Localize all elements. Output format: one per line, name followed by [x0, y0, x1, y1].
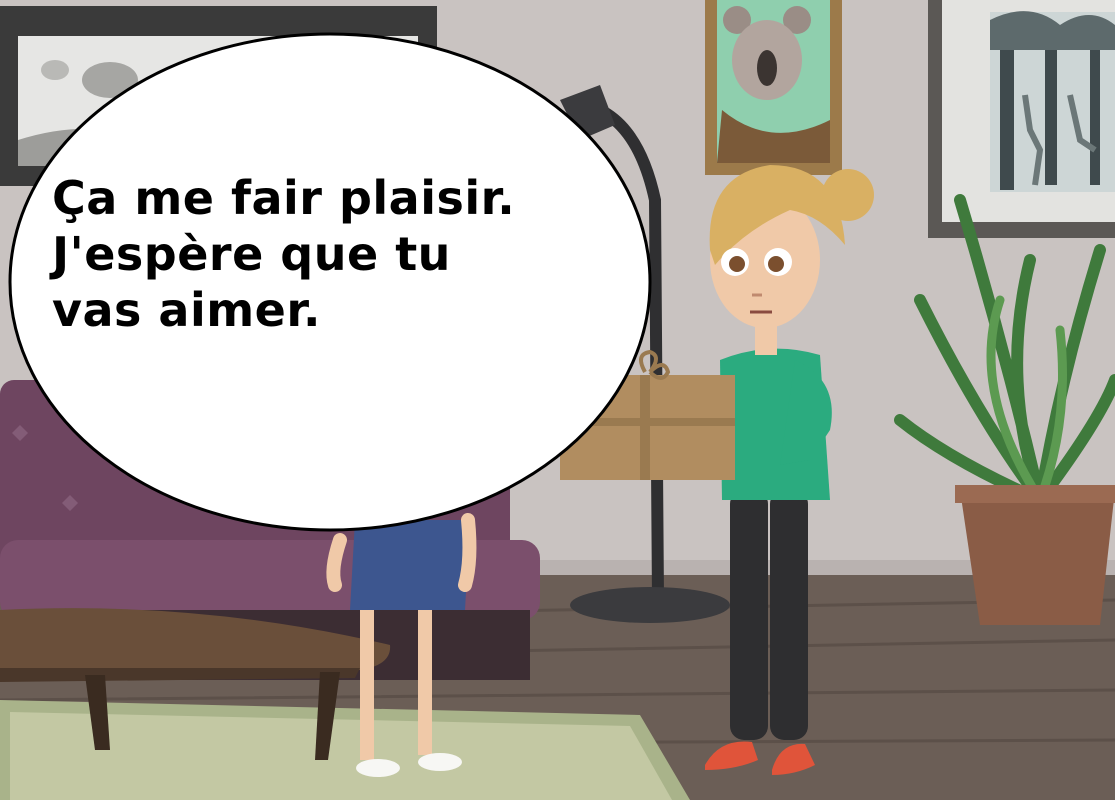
koala-picture: [705, 0, 842, 175]
speech-bubble-text: Ça me fair plaisir. J'espère que tu vas …: [52, 170, 652, 338]
rug-inner: [10, 712, 672, 800]
scene-illustration: [0, 0, 1115, 800]
speech-line-1: Ça me fair plaisir.: [52, 171, 516, 225]
speech-line-2: J'espère que tu: [52, 227, 451, 281]
speech-line-3: vas aimer.: [52, 283, 321, 337]
cartoon-scene: Ça me fair plaisir. J'espère que tu vas …: [0, 0, 1115, 800]
